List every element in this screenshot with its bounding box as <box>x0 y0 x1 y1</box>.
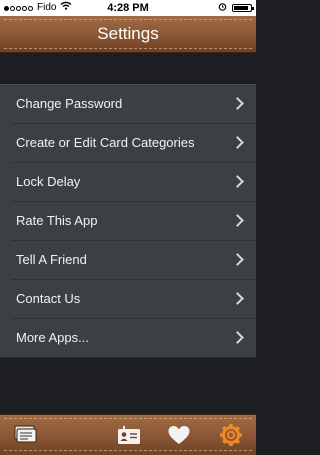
settings-item-label: Lock Delay <box>16 174 81 189</box>
settings-item-label: Tell A Friend <box>16 252 87 267</box>
settings-item-label: Create or Edit Card Categories <box>16 135 195 150</box>
nav-bar: Settings <box>0 16 256 53</box>
chevron-right-icon <box>231 253 244 266</box>
tab-bar <box>0 414 256 455</box>
heart-icon <box>166 423 192 447</box>
settings-item-label: Change Password <box>16 96 123 111</box>
settings-list: Change Password Create or Edit Card Cate… <box>0 84 256 358</box>
settings-item-lock-delay[interactable]: Lock Delay <box>12 163 256 202</box>
settings-item-label: Rate This App <box>16 213 98 228</box>
tab-id-card[interactable] <box>116 423 142 447</box>
chevron-right-icon <box>231 97 244 110</box>
chevron-right-icon <box>231 175 244 188</box>
settings-item-change-password[interactable]: Change Password <box>12 85 256 124</box>
cards-icon <box>12 423 38 447</box>
alarm-icon <box>218 0 227 16</box>
settings-item-rate-app[interactable]: Rate This App <box>12 202 256 241</box>
chevron-right-icon <box>231 331 244 344</box>
gear-icon <box>218 423 244 447</box>
battery-icon <box>232 4 254 12</box>
settings-item-card-categories[interactable]: Create or Edit Card Categories <box>12 124 256 163</box>
chevron-right-icon <box>231 292 244 305</box>
chevron-right-icon <box>231 214 244 227</box>
tab-settings[interactable] <box>218 423 244 447</box>
page-title: Settings <box>97 24 159 43</box>
chevron-right-icon <box>231 136 244 149</box>
settings-item-tell-friend[interactable]: Tell A Friend <box>12 241 256 280</box>
tab-favorites[interactable] <box>166 423 192 447</box>
tab-cards[interactable] <box>12 423 38 447</box>
settings-item-label: More Apps... <box>16 330 89 345</box>
settings-item-label: Contact Us <box>16 291 81 306</box>
settings-item-contact-us[interactable]: Contact Us <box>12 280 256 319</box>
id-card-icon <box>116 423 142 447</box>
settings-item-more-apps[interactable]: More Apps... <box>12 319 256 357</box>
status-bar: Fido 4:28 PM <box>0 0 256 16</box>
